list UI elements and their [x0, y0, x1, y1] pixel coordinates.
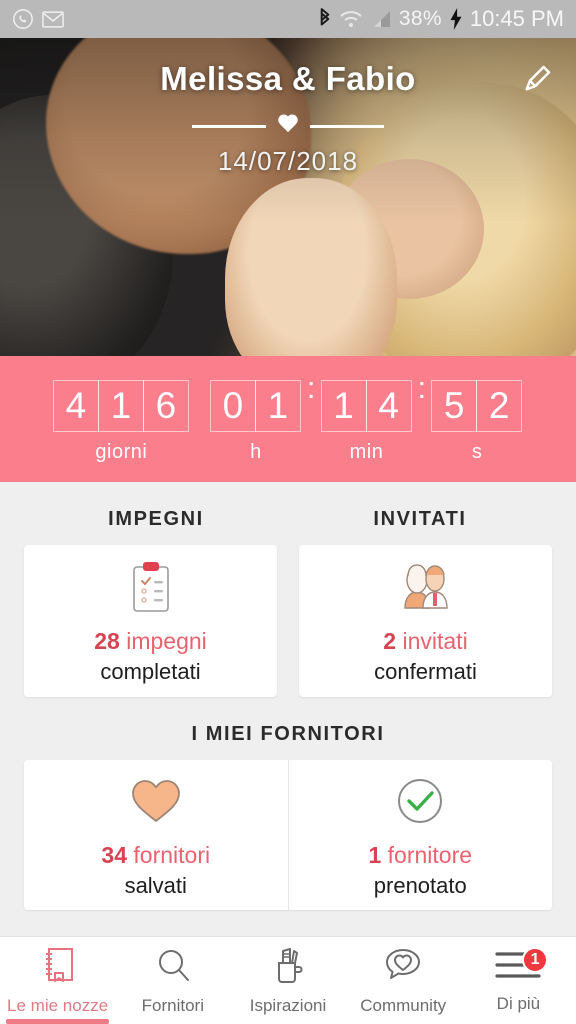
countdown-seconds: 5 2 s	[431, 380, 523, 464]
card-fornitori-salvati-main: 34 fornitori	[101, 842, 210, 869]
status-clock: 10:45 PM	[469, 6, 564, 31]
card-impegni-count: 28	[94, 627, 120, 654]
card-fornitori-prenotati-unit: fornitore	[387, 841, 473, 868]
dashboard-content: IMPEGNI INVITATI 28 impegni completati 2…	[0, 482, 576, 936]
pencil-edit-icon	[523, 63, 553, 98]
countdown-digit: 0	[209, 380, 256, 432]
countdown-digit: 2	[476, 380, 523, 432]
clipboard-checklist-icon	[128, 558, 174, 616]
countdown-digit: 4	[365, 380, 412, 432]
countdown-digit: 5	[431, 380, 478, 432]
card-invitati-count: 2	[383, 627, 397, 654]
card-fornitori-prenotati-count: 1	[368, 841, 382, 868]
couple-names: Melissa & Fabio	[160, 60, 416, 97]
battery-percent: 38%	[398, 7, 442, 30]
wifi-icon	[339, 9, 363, 29]
countdown-seconds-label: s	[471, 441, 483, 463]
card-impegni-unit: impegni	[126, 627, 207, 654]
summary-cards-row: 28 impegni completati 2 invitati conferm…	[24, 545, 552, 697]
nav-label: Ispirazioni	[249, 995, 327, 1015]
hero-overlay: Melissa & Fabio 14/07/2018	[0, 38, 576, 356]
whatsapp-icon	[12, 8, 34, 30]
notification-badge: 1	[522, 947, 549, 973]
countdown-digit: 1	[97, 380, 144, 432]
status-bar: 38% 10:45 PM	[0, 0, 576, 38]
wedding-date: 14/07/2018	[217, 146, 359, 176]
hero-photo-banner: Melissa & Fabio 14/07/2018	[0, 38, 576, 356]
pencil-cup-icon	[270, 946, 306, 989]
nav-label: Fornitori	[141, 995, 204, 1015]
card-fornitori-prenotati[interactable]: 1 fornitore prenotato	[287, 760, 553, 910]
card-fornitori-prenotati-status: prenotato	[373, 872, 467, 898]
countdown-digit: 1	[254, 380, 301, 432]
card-impegni-status: completati	[100, 658, 201, 684]
edit-wedding-button[interactable]	[518, 60, 558, 100]
couple-guests-icon	[397, 558, 455, 616]
heart-icon	[130, 772, 182, 830]
card-fornitori-salvati[interactable]: 34 fornitori salvati	[24, 760, 288, 910]
card-fornitori-salvati-unit: fornitori	[133, 841, 211, 868]
heart-divider	[192, 116, 384, 134]
nav-label: Le mie nozze	[7, 995, 109, 1015]
notebook-icon	[40, 946, 76, 989]
nav-label: Community	[360, 995, 447, 1015]
card-impegni[interactable]: 28 impegni completati	[24, 545, 277, 697]
countdown-days: 4 1 6 giorni	[52, 380, 189, 464]
section-title-invitati: INVITATI	[373, 508, 467, 530]
fornitori-card: 34 fornitori salvati 1 fornitore prenota…	[24, 760, 552, 910]
bluetooth-icon	[318, 8, 332, 30]
heart-icon	[277, 115, 299, 135]
section-titles-row: IMPEGNI INVITATI	[24, 482, 552, 545]
card-impegni-main: 28 impegni	[94, 628, 207, 655]
status-bar-right: 38% 10:45 PM	[318, 6, 564, 32]
check-circle-icon	[395, 772, 445, 830]
section-title-fornitori: I MIEI FORNITORI	[191, 723, 385, 745]
active-tab-indicator	[6, 1019, 110, 1024]
chat-heart-icon	[384, 946, 422, 989]
card-invitati-status: confermati	[374, 658, 477, 684]
countdown-separator: :	[417, 370, 427, 405]
email-icon	[42, 10, 64, 28]
wedding-countdown: 4 1 6 giorni 0 1 h : 1 4 min : 5 2 s	[0, 356, 576, 482]
countdown-hours: 0 1 h	[209, 380, 301, 464]
section-title-impegni: IMPEGNI	[108, 508, 204, 530]
countdown-days-label: giorni	[95, 441, 148, 463]
countdown-minutes: 1 4 min	[320, 380, 412, 464]
nav-item-di-piu[interactable]: Di più 1	[461, 937, 576, 1024]
nav-label: Di più	[496, 993, 541, 1013]
countdown-digit: 1	[320, 380, 367, 432]
card-fornitori-salvati-count: 34	[101, 841, 127, 868]
countdown-separator: :	[306, 370, 316, 405]
nav-item-le-mie-nozze[interactable]: Le mie nozze	[0, 937, 115, 1024]
countdown-digit: 4	[52, 380, 99, 432]
card-fornitori-salvati-status: salvati	[124, 872, 187, 898]
charging-bolt-icon	[449, 8, 463, 30]
countdown-minutes-label: min	[349, 441, 384, 463]
card-invitati-main: 2 invitati	[383, 628, 467, 655]
status-bar-left	[12, 8, 64, 30]
card-invitati[interactable]: 2 invitati confermati	[299, 545, 552, 697]
countdown-hours-label: h	[250, 441, 262, 463]
bottom-navigation: Le mie nozze Fornitori Ispirazioni Commu…	[0, 936, 576, 1024]
nav-item-community[interactable]: Community	[346, 937, 461, 1024]
countdown-digit: 6	[142, 380, 189, 432]
card-fornitori-prenotati-main: 1 fornitore	[368, 842, 472, 869]
search-icon	[155, 946, 191, 989]
signal-icon	[370, 9, 392, 29]
nav-item-fornitori[interactable]: Fornitori	[115, 937, 230, 1024]
nav-item-ispirazioni[interactable]: Ispirazioni	[230, 937, 345, 1024]
app-screen: 38% 10:45 PM Melissa & Fabio 14/07/2018	[0, 0, 576, 1024]
card-invitati-unit: invitati	[402, 627, 468, 654]
